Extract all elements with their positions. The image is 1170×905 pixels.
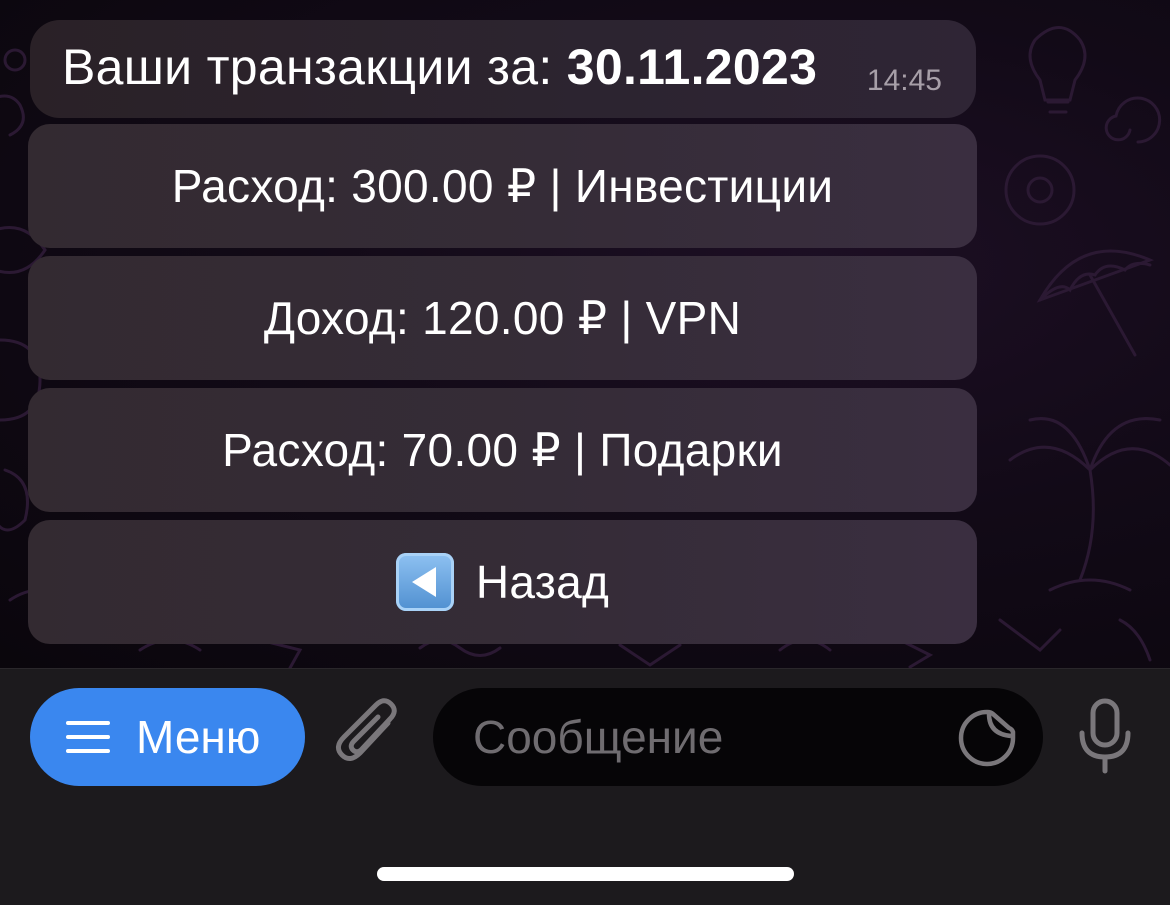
paperclip-icon[interactable] <box>334 697 404 773</box>
inline-button-label: Расход: 70.00 ₽ | Подарки <box>222 424 783 476</box>
inline-button-label: Расход: 300.00 ₽ | Инвестиции <box>171 160 834 212</box>
hamburger-icon <box>66 721 110 753</box>
message-text-prefix: Ваши транзакции за: <box>62 39 567 95</box>
inline-button-label: Назад <box>475 556 610 608</box>
menu-button[interactable]: Меню <box>30 688 305 786</box>
menu-button-label: Меню <box>136 711 261 763</box>
message-composer-bar: Меню Сообщение <box>0 668 1170 905</box>
message-input-placeholder: Сообщение <box>473 711 724 763</box>
home-indicator <box>377 867 794 881</box>
message-input[interactable]: Сообщение <box>433 688 1043 786</box>
message-text: Ваши транзакции за: 30.11.2023 <box>62 38 817 96</box>
message-bubble: Ваши транзакции за: 30.11.2023 14:45 <box>30 20 976 118</box>
inline-button-income-vpn[interactable]: Доход: 120.00 ₽ | VPN <box>28 256 977 380</box>
sticker-icon[interactable] <box>957 708 1017 768</box>
message-time: 14:45 <box>866 64 942 97</box>
microphone-icon[interactable] <box>1074 697 1136 775</box>
telegram-chat-screen: Ваши транзакции за: 30.11.2023 14:45 Рас… <box>0 0 1170 905</box>
inline-button-expense-gifts[interactable]: Расход: 70.00 ₽ | Подарки <box>28 388 977 512</box>
inline-button-label: Доход: 120.00 ₽ | VPN <box>263 292 742 344</box>
back-arrow-emoji-icon <box>395 553 454 611</box>
message-date: 30.11.2023 <box>566 39 818 95</box>
inline-button-back[interactable]: Назад <box>28 520 977 644</box>
inline-button-expense-investments[interactable]: Расход: 300.00 ₽ | Инвестиции <box>28 124 977 248</box>
